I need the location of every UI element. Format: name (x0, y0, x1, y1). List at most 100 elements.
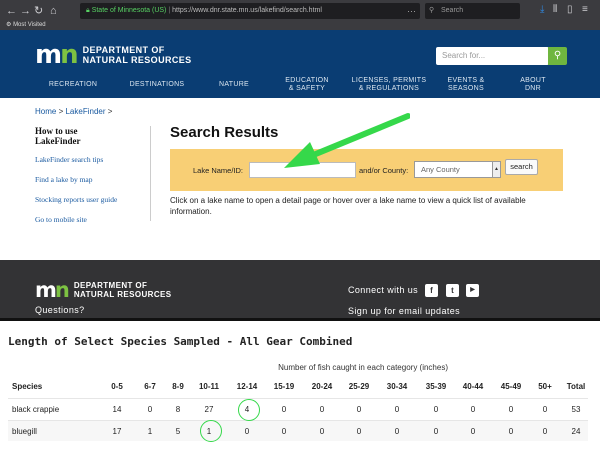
highlight-circle-black-crappie-12-14 (238, 399, 260, 421)
table-cell: 0 (394, 427, 400, 436)
page-actions-icon[interactable]: ··· (407, 3, 416, 19)
column-header: 12-14 (236, 382, 258, 391)
sidebar-link-stocking-guide[interactable]: Stocking reports user guide (35, 195, 150, 204)
column-header: 10-11 (198, 382, 220, 391)
footer-email-signup[interactable]: Sign up for email updates (348, 306, 460, 316)
table-cell: 53 (571, 405, 581, 414)
forward-button[interactable]: → (20, 4, 31, 18)
row-divider (8, 420, 588, 421)
home-button[interactable]: ⌂ (50, 4, 57, 18)
screenshot-divider (0, 318, 600, 321)
column-header: 15-19 (273, 382, 295, 391)
site-identity: State of Minnesota (US) (91, 7, 167, 14)
menu-icon[interactable]: ≡ (582, 4, 588, 15)
table-cell: 0 (508, 427, 514, 436)
download-icon[interactable]: ⤓ (540, 4, 544, 15)
site-footer: mn DEPARTMENT OF NATURAL RESOURCES Quest… (0, 260, 600, 318)
breadcrumb-home[interactable]: Home (35, 107, 56, 116)
column-header: 20-24 (311, 382, 333, 391)
facebook-icon[interactable]: f (425, 284, 438, 297)
nav-education-safety[interactable]: EDUCATION & SAFETY (276, 72, 338, 98)
nav-events-seasons[interactable]: EVENTS & SEASONS (440, 72, 492, 98)
sidebar-link-search-tips[interactable]: LakeFinder search tips (35, 155, 150, 164)
nav-about-dnr[interactable]: ABOUT DNR (510, 72, 556, 98)
table-cell: 0 (433, 427, 439, 436)
footer-connect: Connect with us (348, 285, 419, 295)
sidebar: How to use LakeFinder LakeFinder search t… (35, 126, 150, 224)
gear-icon: ⚙ (6, 22, 12, 28)
nav-licenses-permits[interactable]: LICENSES, PERMITS & REGULATIONS (350, 72, 428, 98)
logo-line2: NATURAL RESOURCES (82, 55, 192, 65)
species-name: bluegill (12, 427, 37, 436)
lock-icon: 🔒︎ (86, 7, 90, 14)
table-cell: 0 (244, 427, 250, 436)
nav-recreation[interactable]: RECREATION (40, 72, 106, 98)
mn-logo-icon: mn (35, 40, 79, 70)
sidebar-heading: How to use LakeFinder (35, 126, 81, 146)
sidebar-icon[interactable]: ▯ (567, 4, 573, 15)
search-icon: ⚲ (429, 7, 435, 14)
site-search-button[interactable]: ⚲ (548, 47, 567, 65)
species-name: black crappie (12, 405, 60, 414)
table-cell: 0 (542, 405, 548, 414)
column-header: 45-49 (500, 382, 522, 391)
browser-search-input[interactable]: ⚲ Search (425, 3, 520, 19)
back-button[interactable]: ← (6, 4, 17, 18)
column-header: Total (566, 382, 586, 391)
highlight-circle-bluegill-10-11 (200, 420, 222, 442)
nav-nature[interactable]: NATURE (210, 72, 258, 98)
table-cell: 0 (319, 427, 325, 436)
table-cell: 0 (470, 405, 476, 414)
browser-toolbar: ← → ↻ ⌂ 🔒︎ State of Minnesota (US) | htt… (0, 0, 600, 30)
search-icon: ⚲ (553, 50, 562, 61)
column-header: 30-34 (386, 382, 408, 391)
table-cell: 0 (470, 427, 476, 436)
twitter-icon[interactable]: t (446, 284, 459, 297)
footer-logo[interactable]: mn DEPARTMENT OF NATURAL RESOURCES (35, 279, 172, 300)
footer-logo-line2: NATURAL RESOURCES (73, 290, 172, 299)
site-search-input[interactable]: Search for... (436, 47, 549, 65)
lake-search-button[interactable]: search (505, 159, 538, 175)
table-cell: 0 (356, 427, 362, 436)
breadcrumb-separator: > (107, 107, 113, 116)
column-header: 35-39 (425, 382, 447, 391)
county-selected-value: Any County (421, 165, 460, 174)
nav-destinations[interactable]: DESTINATIONS (122, 72, 192, 98)
lake-name-label: Lake Name/ID: (193, 166, 244, 175)
page-title: Search Results (170, 124, 279, 141)
sidebar-link-find-by-map[interactable]: Find a lake by map (35, 175, 150, 184)
species-table-title: Length of Select Species Sampled - All G… (8, 335, 353, 348)
county-select[interactable]: Any County ▲ (414, 161, 501, 178)
breadcrumb-separator: > (58, 107, 64, 116)
bookmark-most-visited[interactable]: Most Visited (13, 22, 46, 28)
table-cell: 0 (281, 405, 287, 414)
column-header: 25-29 (348, 382, 370, 391)
table-cell: 0 (394, 405, 400, 414)
breadcrumb-lakefinder[interactable]: LakeFinder (65, 107, 105, 116)
table-cell: 0 (319, 405, 325, 414)
table-cell: 8 (175, 405, 181, 414)
search-instructions: Click on a lake name to open a detail pa… (170, 196, 526, 216)
footer-questions[interactable]: Questions? (35, 305, 85, 315)
dnr-logo[interactable]: mn DEPARTMENT OF NATURAL RESOURCES (35, 40, 192, 70)
browser-search-placeholder: Search (441, 7, 464, 14)
library-icon[interactable]: ⫴ (553, 4, 557, 15)
table-cell: 0 (281, 427, 287, 436)
column-header: 40-44 (462, 382, 484, 391)
table-cell: 0 (356, 405, 362, 414)
main-navigation: RECREATION DESTINATIONS NATURE EDUCATION… (0, 72, 600, 98)
table-cell: 5 (175, 427, 181, 436)
sidebar-divider (150, 126, 151, 221)
table-cell: 24 (571, 427, 581, 436)
youtube-icon[interactable]: ▶ (466, 284, 479, 297)
table-cell: 17 (112, 427, 122, 436)
sidebar-link-mobile-site[interactable]: Go to mobile site (35, 215, 150, 224)
url-bar[interactable]: 🔒︎ State of Minnesota (US) | https://www… (80, 3, 420, 19)
url-text: https://www.dnr.state.mn.us/lakefind/sea… (172, 7, 322, 14)
reload-button[interactable]: ↻ (34, 4, 43, 18)
table-cell: 14 (112, 405, 122, 414)
table-cell: 27 (204, 405, 214, 414)
bookmarks-bar: ⚙ Most Visited (0, 20, 600, 30)
column-header: 0-5 (111, 382, 123, 391)
logo-line1: DEPARTMENT OF (82, 45, 165, 55)
